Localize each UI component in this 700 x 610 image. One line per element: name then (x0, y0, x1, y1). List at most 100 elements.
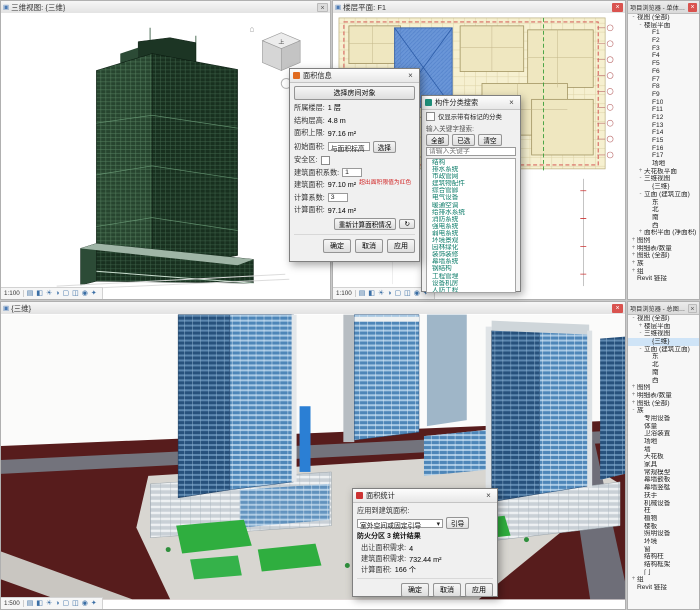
detail-level-icon[interactable]: ▤ (27, 598, 34, 609)
close-view-button[interactable]: × (317, 3, 328, 12)
tree-item[interactable]: 植物 (628, 515, 699, 523)
category-list-item[interactable]: 综合管廊 (427, 187, 515, 194)
tree-item[interactable]: + 组 (628, 268, 699, 276)
filter-all-button[interactable]: 全部 (426, 134, 449, 146)
view-cube[interactable]: 上 (262, 33, 300, 71)
calc-coef-field[interactable]: 3 (328, 193, 348, 202)
tree-item[interactable]: F1 (628, 29, 699, 37)
tree-expand-icon[interactable]: + (630, 252, 637, 260)
tree-item[interactable]: 南 (628, 214, 699, 222)
tree-item[interactable]: 天花板 (628, 453, 699, 461)
category-list-item[interactable]: 暖通空调 (427, 202, 515, 209)
tree-item[interactable]: - 视图 (全部) (628, 14, 699, 22)
tree-item[interactable]: 幕墙竖梃 (628, 484, 699, 492)
tree-item[interactable]: 常规模型 (628, 469, 699, 477)
filter-selected-button[interactable]: 已选 (452, 134, 475, 146)
category-list-item[interactable]: 幕墙系统 (427, 258, 515, 265)
shadow-icon[interactable]: ◑ (55, 598, 59, 609)
tree-item[interactable]: + 明细表/数量 (628, 392, 699, 400)
tree-expand-icon[interactable]: + (630, 384, 637, 392)
ok-button[interactable]: 确定 (323, 239, 351, 253)
scale-label[interactable]: 1:500 (4, 600, 24, 607)
tree-item[interactable]: Revit 链接 (628, 584, 699, 592)
tree-item[interactable]: F15 (628, 137, 699, 145)
tree-item[interactable]: - 立面 (建筑立面) (628, 346, 699, 354)
tree-item[interactable]: 北 (628, 206, 699, 214)
tree-item[interactable]: F8 (628, 83, 699, 91)
cancel-button[interactable]: 取消 (355, 239, 383, 253)
init-area-field[interactable]: 与面积标高 (328, 142, 370, 151)
tree-item[interactable]: - 三维视图 (628, 330, 699, 338)
model-3d-canvas[interactable]: 上 ⌂ (1, 13, 330, 290)
category-list-item[interactable]: 钢结构 (427, 265, 515, 272)
sun-icon[interactable]: ☀ (378, 288, 384, 299)
tree-expand-icon[interactable]: + (630, 576, 637, 584)
tree-expand-icon[interactable]: - (637, 191, 644, 199)
close-panel-button[interactable]: × (688, 304, 697, 313)
pick-button[interactable]: 引导 (446, 517, 469, 529)
category-list-item[interactable]: 市政管网 (427, 173, 515, 180)
hide-isolate-icon[interactable]: ◉ (82, 598, 88, 609)
viewport-3d-building[interactable]: ▣ 三维视图: {三维} × (0, 0, 331, 300)
detail-level-icon[interactable]: ▤ (27, 288, 34, 299)
crop-icon[interactable]: ▢ (63, 598, 70, 609)
tree-item[interactable]: + 面积平面 (净面积) (628, 229, 699, 237)
tree-item[interactable]: F17 (628, 152, 699, 160)
only-tagged-checkbox[interactable] (426, 112, 435, 121)
dialog-close-button[interactable]: × (405, 71, 416, 80)
close-panel-button[interactable]: × (688, 3, 697, 12)
tree-item[interactable]: 专用设备 (628, 415, 699, 423)
tree-item[interactable]: 幕墙嵌板 (628, 476, 699, 484)
green-tower-model[interactable] (57, 28, 290, 289)
shadow-icon[interactable]: ◑ (387, 288, 391, 299)
tree-item[interactable]: F6 (628, 68, 699, 76)
tree-expand-icon[interactable]: + (630, 392, 637, 400)
tree-item[interactable]: 门 (628, 569, 699, 577)
tree-item[interactable]: + 楼层平面 (628, 323, 699, 331)
tree-item[interactable]: 场地 (628, 438, 699, 446)
tree-expand-icon[interactable]: - (630, 14, 637, 22)
tree-item[interactable]: + 族 (628, 260, 699, 268)
tree-item[interactable]: 柱 (628, 507, 699, 515)
apply-target-combo[interactable]: 室外空间或固定引导 ▾ (357, 519, 443, 528)
tree-item[interactable]: + 图纸 (全部) (628, 400, 699, 408)
dialog-close-button[interactable]: × (506, 98, 517, 107)
scale-label[interactable]: 1:100 (336, 290, 356, 297)
tree-item[interactable]: - 视图 (全部) (628, 315, 699, 323)
city-model-canvas[interactable] (1, 314, 625, 600)
tree-item[interactable]: 窗 (628, 546, 699, 554)
tree-expand-icon[interactable]: - (637, 330, 644, 338)
crop-visibility-icon[interactable]: ◫ (404, 288, 411, 299)
tree-item[interactable]: - 族 (628, 407, 699, 415)
tree-item[interactable]: F2 (628, 37, 699, 45)
close-view-button[interactable]: × (612, 304, 623, 313)
crop-visibility-icon[interactable]: ◫ (72, 598, 79, 609)
category-list-item[interactable]: 消防系统 (427, 216, 515, 223)
model-3d-canvas-wrap[interactable]: 上 ⌂ (1, 13, 330, 299)
tree-item[interactable]: 体量 (628, 423, 699, 431)
category-list-item[interactable]: 电气设备 (427, 194, 515, 201)
select-room-button[interactable]: 选择房间对象 (294, 86, 415, 100)
category-list-item[interactable]: 设备机房 (427, 280, 515, 287)
tree-expand-icon[interactable]: - (637, 346, 644, 354)
tree-item[interactable]: F3 (628, 45, 699, 53)
tree-expand-icon[interactable]: - (637, 175, 644, 183)
tree-item[interactable]: F16 (628, 145, 699, 153)
category-list-item[interactable]: 给排水系统 (427, 209, 515, 216)
tree-item[interactable]: - 三维视图 (628, 175, 699, 183)
tree-expand-icon[interactable]: + (637, 229, 644, 237)
tree-item[interactable]: 西 (628, 222, 699, 230)
tree-item[interactable]: F10 (628, 99, 699, 107)
hide-isolate-icon[interactable]: ◉ (414, 288, 420, 299)
tree-expand-icon[interactable]: + (630, 245, 637, 253)
tree-expand-icon[interactable]: + (630, 260, 637, 268)
tree-expand-icon[interactable]: - (630, 407, 637, 415)
recalculate-icon-button[interactable]: ↻ (399, 219, 415, 229)
category-list-item[interactable]: 装饰装修 (427, 251, 515, 258)
tree-item[interactable]: F13 (628, 122, 699, 130)
category-list-item[interactable]: 建筑物配件 (427, 180, 515, 187)
ok-button[interactable]: 确定 (401, 583, 429, 597)
tree-item[interactable]: + 图例 (628, 237, 699, 245)
tree-expand-icon[interactable]: + (630, 268, 637, 276)
tree-item[interactable]: + 组 (628, 576, 699, 584)
